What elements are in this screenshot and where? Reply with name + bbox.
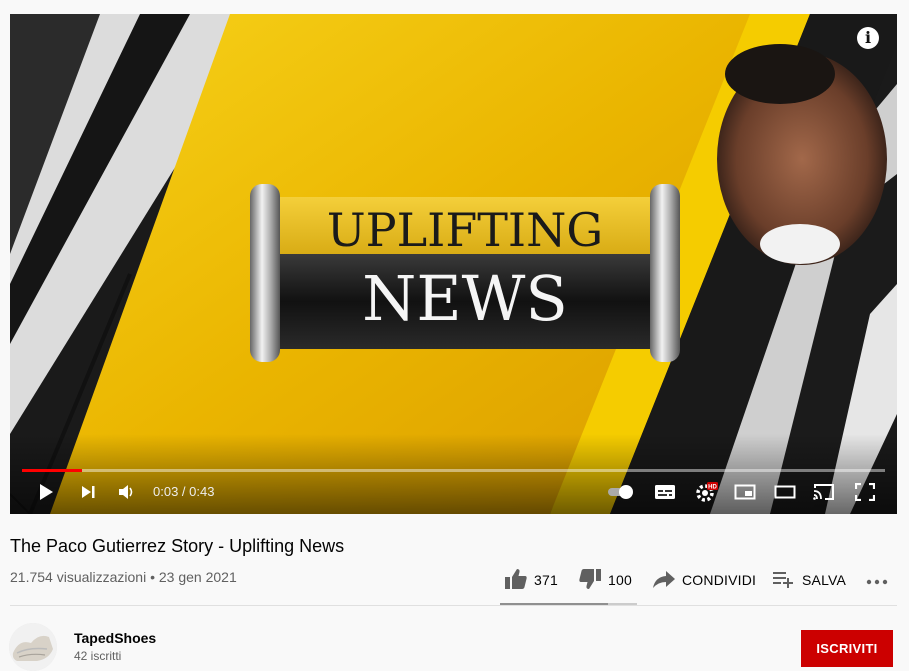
save-button[interactable]: SALVA [772, 562, 846, 598]
hd-badge: HD [708, 485, 717, 491]
video-frame[interactable]: UPLIFTING NEWS [10, 14, 897, 514]
next-icon[interactable] [76, 478, 100, 506]
progress-bar[interactable] [22, 469, 885, 472]
share-icon [652, 569, 676, 592]
save-label: SALVA [802, 572, 847, 588]
video-meta: 21.754 visualizzazioni • 23 gen 2021 [10, 569, 237, 585]
avatar[interactable] [9, 623, 57, 671]
overlay-text-bottom: NEWS [362, 262, 568, 335]
cast-icon[interactable] [810, 478, 838, 506]
play-icon[interactable] [34, 478, 58, 506]
autoplay-toggle-icon[interactable] [606, 478, 636, 506]
subscriber-count: 42 iscritti [74, 649, 122, 663]
more-actions-button[interactable] [866, 562, 888, 598]
upload-date: 23 gen 2021 [158, 569, 237, 585]
info-icon[interactable]: i [857, 27, 879, 49]
thumbs-up-icon [504, 568, 528, 593]
settings-icon[interactable]: HD [692, 478, 720, 506]
time-display: 0:03 / 0:43 [153, 484, 215, 499]
channel-name[interactable]: TapedShoes [74, 630, 156, 646]
meta-separator: • [150, 569, 155, 585]
share-button[interactable]: CONDIVIDI [652, 562, 756, 598]
thumbs-down-icon [578, 568, 602, 593]
dislike-count: 100 [608, 572, 632, 588]
progress-played [22, 469, 83, 472]
dislike-button[interactable]: 100 [578, 562, 632, 598]
miniplayer-icon[interactable] [732, 478, 758, 506]
fullscreen-icon[interactable] [852, 478, 878, 506]
divider [10, 605, 897, 606]
player-controls: 0:03 / 0:43 HD [10, 478, 897, 506]
more-horizontal-icon [866, 572, 888, 588]
share-label: CONDIVIDI [682, 572, 757, 588]
subtitles-icon[interactable] [652, 478, 678, 506]
action-bar: 371 100 CONDIVIDI SALVA [500, 562, 900, 598]
view-count: 21.754 visualizzazioni [10, 569, 147, 585]
overlay-text-top: UPLIFTING [327, 203, 603, 257]
video-player[interactable]: UPLIFTING NEWS i 0:03 / 0:43 HD [10, 14, 897, 514]
like-button[interactable]: 371 [504, 562, 558, 598]
theater-mode-icon[interactable] [772, 478, 798, 506]
subscribe-button[interactable]: ISCRIVITI [801, 630, 893, 667]
video-title: The Paco Gutierrez Story - Uplifting New… [10, 536, 345, 556]
playlist-add-icon [772, 569, 796, 592]
like-count: 371 [534, 572, 558, 588]
volume-icon[interactable] [114, 478, 138, 506]
